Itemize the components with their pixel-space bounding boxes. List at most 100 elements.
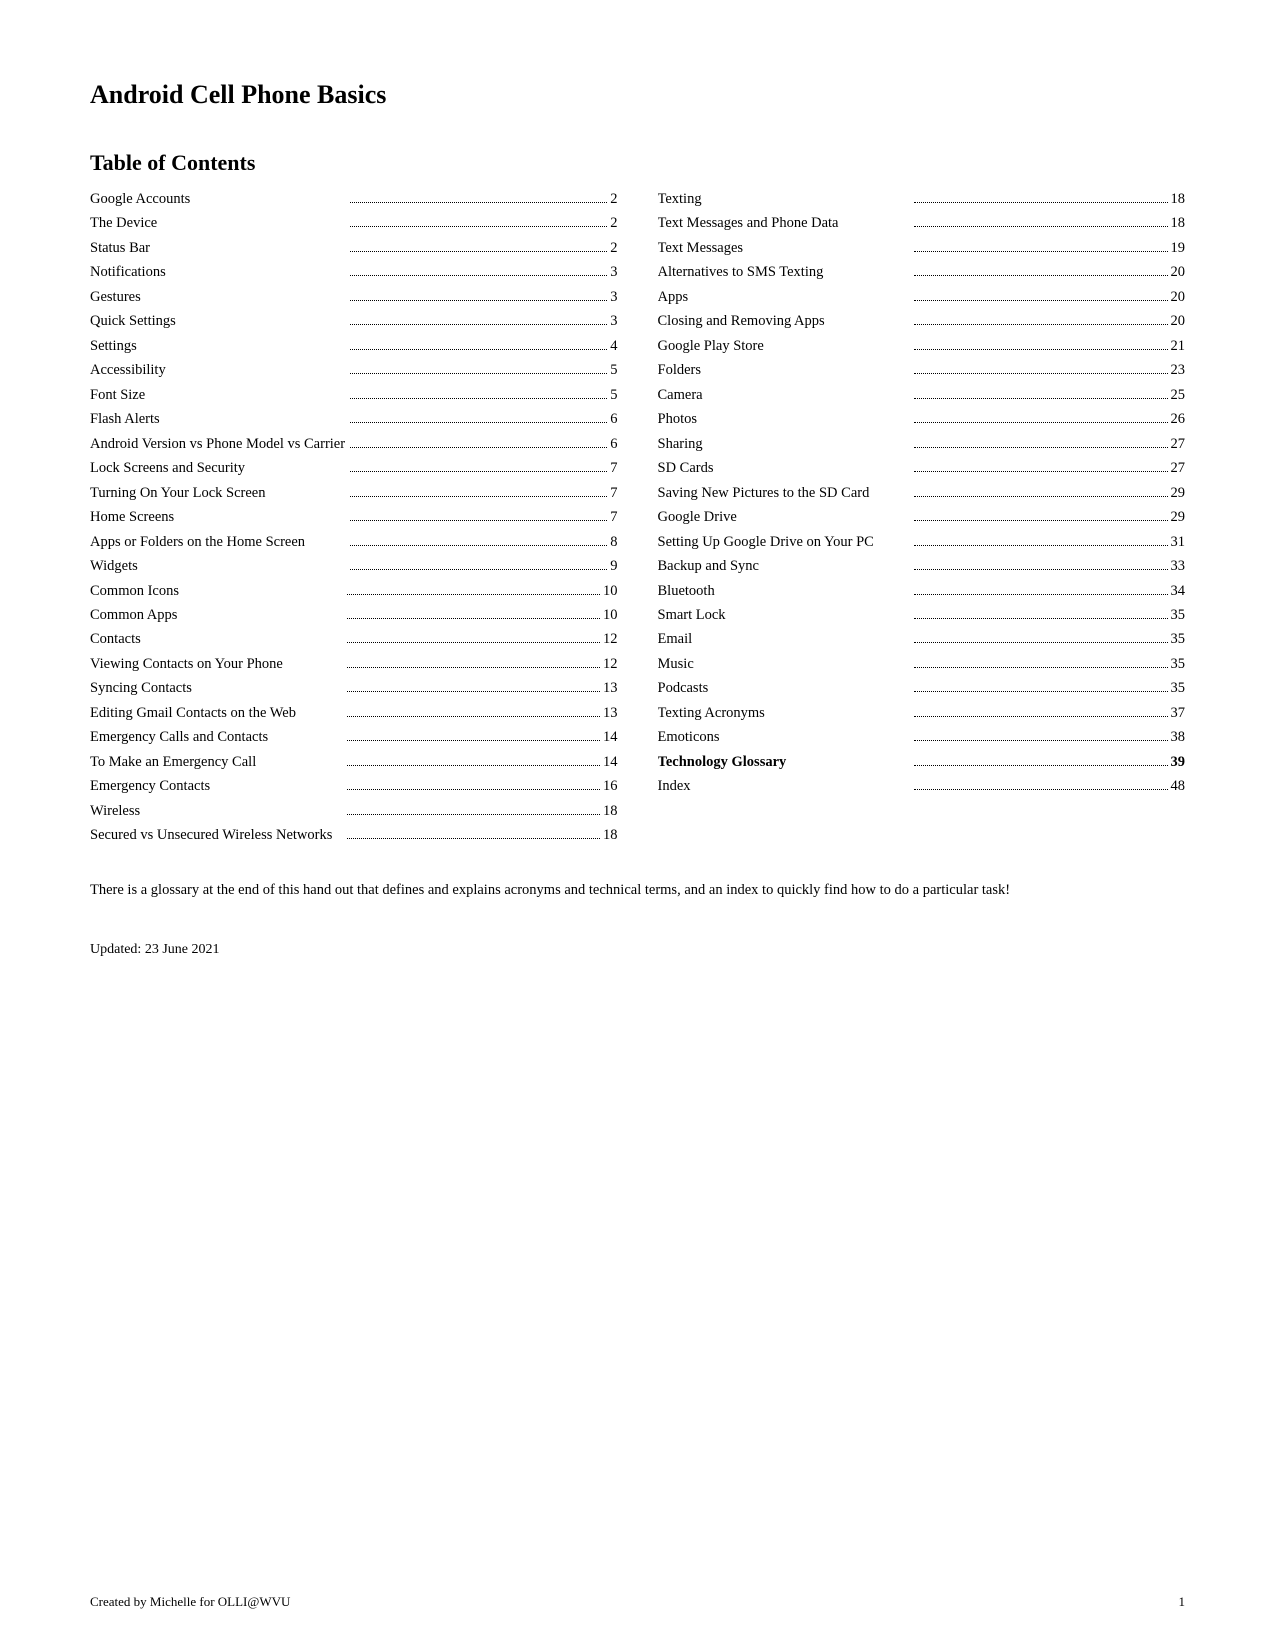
toc-entry-label: Technology Glossary	[658, 751, 912, 773]
toc-entry-label: Contacts	[90, 628, 344, 650]
toc-dots	[914, 471, 1168, 472]
toc-page-number: 4	[610, 335, 617, 357]
toc-page-number: 26	[1171, 408, 1186, 430]
toc-entry-label: Saving New Pictures to the SD Card	[658, 482, 912, 504]
toc-page-number: 2	[610, 188, 617, 210]
toc-entry: Flash Alerts6	[90, 408, 618, 430]
toc-entry: Home Screens7	[90, 506, 618, 528]
toc-page-number: 3	[610, 286, 617, 308]
toc-entry-label: Index	[658, 775, 912, 797]
toc-entry-label: Quick Settings	[90, 310, 347, 332]
toc-dots	[914, 594, 1168, 595]
toc-dots	[350, 373, 607, 374]
toc-entry: Backup and Sync33	[658, 555, 1186, 577]
toc-page-number: 14	[603, 726, 618, 748]
toc-page-number: 7	[610, 482, 617, 504]
toc-page-number: 10	[603, 580, 618, 602]
toc-entry-label: Viewing Contacts on Your Phone	[90, 653, 344, 675]
toc-page-number: 39	[1171, 751, 1186, 773]
toc-dots	[914, 251, 1168, 252]
toc-entry: Email35	[658, 628, 1186, 650]
toc-dots	[914, 691, 1168, 692]
toc-page-number: 35	[1171, 628, 1186, 650]
toc-page-number: 31	[1171, 531, 1186, 553]
toc-entry: Lock Screens and Security7	[90, 457, 618, 479]
toc-entry: Notifications 3	[90, 261, 618, 283]
toc-entry: Texting Acronyms 37	[658, 702, 1186, 724]
toc-entry-label: Camera	[658, 384, 912, 406]
toc-entry: Apps or Folders on the Home Screen8	[90, 531, 618, 553]
toc-entry-label: Secured vs Unsecured Wireless Networks	[90, 824, 344, 846]
toc-dots	[914, 520, 1168, 521]
toc-dots	[350, 202, 607, 203]
toc-entry: Google Accounts2	[90, 188, 618, 210]
toc-dots	[350, 275, 607, 276]
toc-entry: The Device2	[90, 212, 618, 234]
toc-entry-label: Widgets	[90, 555, 347, 577]
toc-entry: Saving New Pictures to the SD Card29	[658, 482, 1186, 504]
toc-dots	[350, 569, 607, 570]
toc-page-number: 20	[1171, 286, 1186, 308]
toc-entry-label: Notifications	[90, 261, 347, 283]
toc-entry: Turning On Your Lock Screen7	[90, 482, 618, 504]
toc-entry-label: Status Bar	[90, 237, 347, 259]
toc-page-number: 37	[1171, 702, 1186, 724]
toc-dots	[347, 838, 601, 839]
toc-entry-label: Apps or Folders on the Home Screen	[90, 531, 347, 553]
toc-entry: Editing Gmail Contacts on the Web 13	[90, 702, 618, 724]
toc-entry-label: Editing Gmail Contacts on the Web	[90, 702, 344, 724]
toc-entry: Android Version vs Phone Model vs Carrie…	[90, 433, 618, 455]
toc-dots	[347, 716, 601, 717]
toc-entry-label: Setting Up Google Drive on Your PC	[658, 531, 912, 553]
toc-entry: Setting Up Google Drive on Your PC 31	[658, 531, 1186, 553]
toc-dots	[914, 496, 1168, 497]
toc-dots	[914, 447, 1168, 448]
toc-page-number: 9	[610, 555, 617, 577]
toc-page-number: 33	[1171, 555, 1186, 577]
toc-page-number: 7	[610, 457, 617, 479]
toc-page-number: 18	[603, 824, 618, 846]
toc-page-number: 13	[603, 702, 618, 724]
toc-right-column: Texting18Text Messages and Phone Data18T…	[658, 188, 1186, 849]
toc-page-number: 13	[603, 677, 618, 699]
toc-entry-label: Sharing	[658, 433, 912, 455]
toc-entry: Technology Glossary 39	[658, 751, 1186, 773]
toc-page-number: 2	[610, 212, 617, 234]
footer: Created by Michelle for OLLI@WVU 1	[90, 1594, 1185, 1610]
toc-entry: To Make an Emergency Call14	[90, 751, 618, 773]
toc-dots	[347, 642, 601, 643]
toc-page-number: 3	[610, 261, 617, 283]
toc-entry-label: Closing and Removing Apps	[658, 310, 912, 332]
toc-dots	[350, 398, 607, 399]
toc-dots	[347, 618, 601, 619]
toc-dots	[350, 226, 607, 227]
toc-dots	[914, 618, 1168, 619]
toc-entry-label: Settings	[90, 335, 347, 357]
toc-entry-label: Texting Acronyms	[658, 702, 912, 724]
toc-entry: Quick Settings 3	[90, 310, 618, 332]
toc-entry-label: Alternatives to SMS Texting	[658, 261, 912, 283]
toc-entry: Bluetooth34	[658, 580, 1186, 602]
toc-entry-label: Bluetooth	[658, 580, 912, 602]
toc-dots	[350, 496, 607, 497]
toc-page-number: 3	[610, 310, 617, 332]
toc-dots	[350, 300, 607, 301]
toc-page-number: 27	[1171, 433, 1186, 455]
toc-page-number: 2	[610, 237, 617, 259]
toc-dots	[350, 422, 607, 423]
toc-entry: Music35	[658, 653, 1186, 675]
toc-page-number: 35	[1171, 604, 1186, 626]
toc-page-number: 21	[1171, 335, 1186, 357]
toc-page-number: 5	[610, 359, 617, 381]
note-text: There is a glossary at the end of this h…	[90, 879, 1185, 902]
toc-dots	[914, 789, 1168, 790]
toc-dots	[350, 520, 607, 521]
toc-entry-label: Emergency Contacts	[90, 775, 344, 797]
toc-entry: Camera25	[658, 384, 1186, 406]
toc-entry: Common Apps10	[90, 604, 618, 626]
toc-container: Google Accounts2The Device2Status Bar2No…	[90, 188, 1185, 849]
toc-page-number: 14	[603, 751, 618, 773]
toc-entry: Podcasts35	[658, 677, 1186, 699]
toc-dots	[350, 251, 607, 252]
toc-entry: Alternatives to SMS Texting20	[658, 261, 1186, 283]
